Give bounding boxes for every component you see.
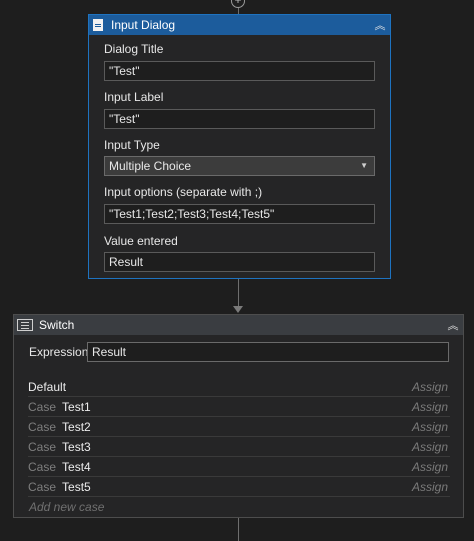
case-row[interactable]: Case Test5 Assign — [28, 477, 450, 497]
default-label: Default — [28, 379, 67, 394]
assign-placeholder[interactable]: Assign — [412, 420, 450, 434]
expression-field[interactable]: Result — [87, 342, 449, 362]
add-activity-icon[interactable]: + — [231, 0, 245, 8]
connector-line-middle — [238, 279, 239, 307]
case-keyword: Case — [28, 399, 57, 414]
connector-line-bottom — [238, 518, 239, 541]
chevron-down-icon[interactable]: ▼ — [360, 157, 370, 175]
assign-placeholder[interactable]: Assign — [412, 380, 450, 394]
input-type-select[interactable]: Multiple Choice ▼ — [104, 156, 375, 176]
input-label-label: Input Label — [104, 90, 164, 104]
case-value: Test1 — [62, 399, 91, 414]
case-keyword: Case — [28, 439, 57, 454]
input-options-field[interactable]: "Test1;Test2;Test3;Test4;Test5" — [104, 204, 375, 224]
case-keyword: Case — [28, 459, 57, 474]
input-type-value: Multiple Choice — [109, 159, 192, 173]
assign-placeholder[interactable]: Assign — [412, 460, 450, 474]
dialog-title-label: Dialog Title — [104, 42, 164, 56]
collapse-icon[interactable]: ︽ — [370, 15, 390, 35]
input-dialog-title: Input Dialog — [111, 18, 176, 32]
input-dialog-header[interactable]: Input Dialog ︽ — [89, 15, 390, 35]
case-keyword: Case — [28, 479, 57, 494]
case-row[interactable]: Case Test4 Assign — [28, 457, 450, 477]
value-entered-label: Value entered — [104, 234, 178, 248]
input-type-label: Input Type — [104, 138, 160, 152]
case-row[interactable]: Case Test3 Assign — [28, 437, 450, 457]
input-dialog-activity[interactable]: Input Dialog ︽ Dialog Title "Test" Input… — [88, 14, 391, 279]
collapse-icon[interactable]: ︽ — [443, 315, 463, 335]
dialog-title-field[interactable]: "Test" — [104, 61, 375, 81]
add-new-case-link[interactable]: Add new case — [29, 500, 104, 514]
input-options-label: Input options (separate with ;) — [104, 185, 263, 199]
case-value: Test2 — [62, 419, 91, 434]
default-case-row[interactable]: Default Assign — [28, 377, 450, 397]
case-row[interactable]: Case Test2 Assign — [28, 417, 450, 437]
assign-placeholder[interactable]: Assign — [412, 440, 450, 454]
case-value: Test5 — [62, 479, 91, 494]
switch-title: Switch — [39, 318, 75, 332]
case-value: Test4 — [62, 459, 91, 474]
value-entered-field[interactable]: Result — [104, 252, 375, 272]
arrow-down-icon — [233, 306, 243, 313]
switch-icon — [17, 319, 33, 331]
expression-label: Expression — [29, 345, 89, 359]
case-keyword: Case — [28, 419, 57, 434]
switch-activity[interactable]: Switch ︽ Expression Result Default Assig… — [13, 314, 464, 518]
document-icon — [93, 19, 103, 31]
assign-placeholder[interactable]: Assign — [412, 480, 450, 494]
assign-placeholder[interactable]: Assign — [412, 400, 450, 414]
case-value: Test3 — [62, 439, 91, 454]
switch-header[interactable]: Switch ︽ — [14, 315, 463, 335]
case-row[interactable]: Case Test1 Assign — [28, 397, 450, 417]
input-label-field[interactable]: "Test" — [104, 109, 375, 129]
